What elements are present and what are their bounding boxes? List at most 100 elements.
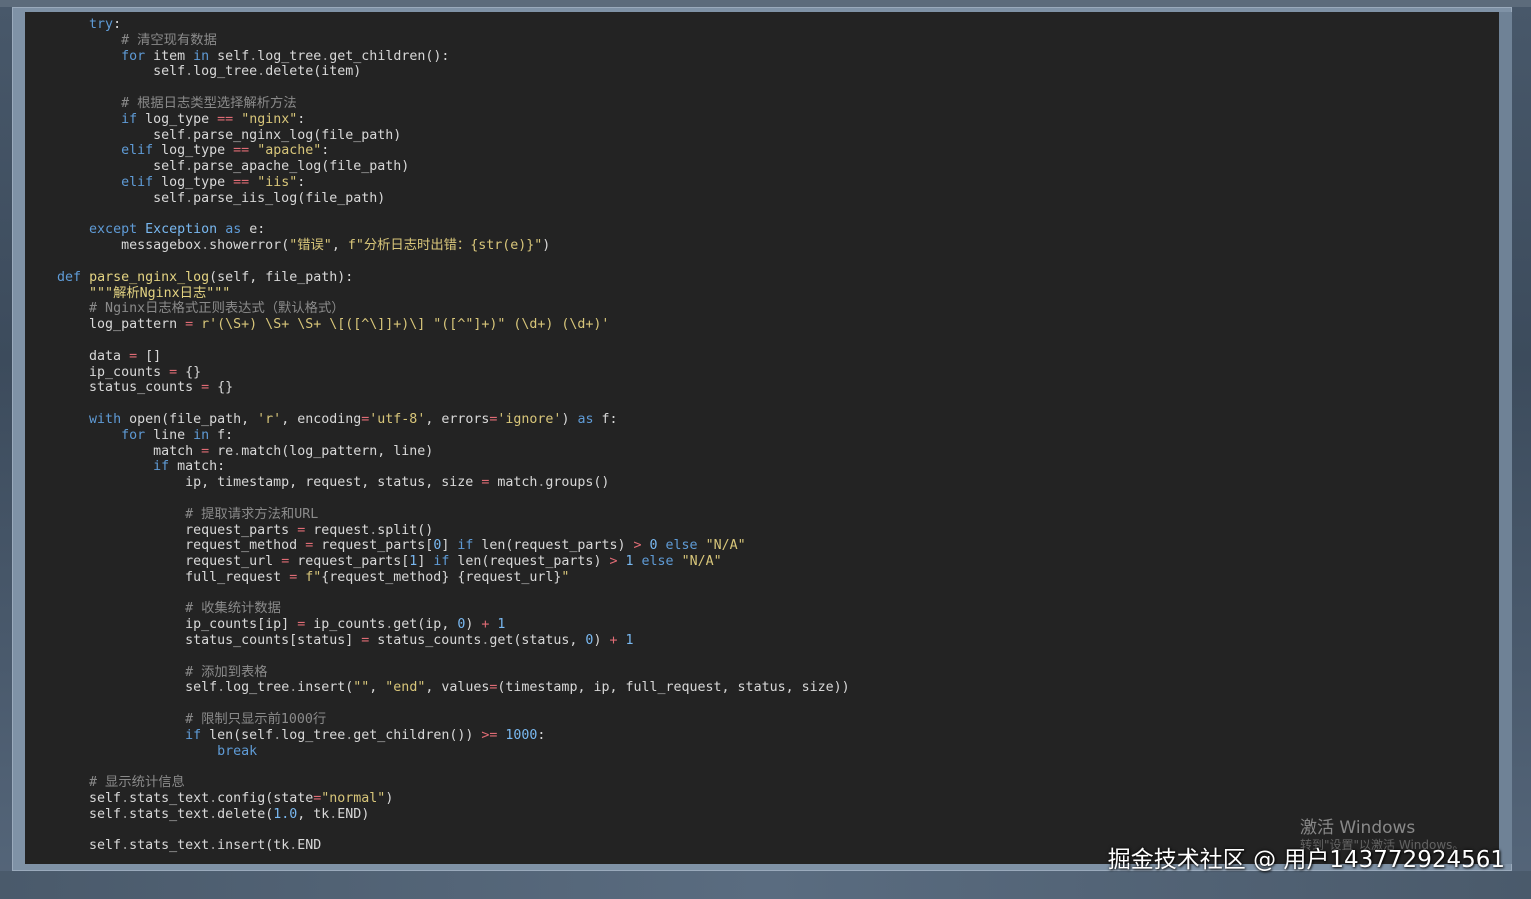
code-line[interactable]: # 添加到表格 [25, 665, 850, 681]
code-line[interactable]: match = re.match(log_pattern, line) [25, 444, 850, 460]
code-line[interactable]: self.parse_nginx_log(file_path) [25, 128, 850, 144]
code-token: request [305, 522, 370, 538]
code-line[interactable]: # 显示统计信息 [25, 775, 850, 791]
code-line[interactable]: self.log_tree.delete(item) [25, 64, 850, 80]
code-line[interactable]: """解析Nginx日志""" [25, 286, 850, 302]
code-line[interactable]: ip_counts = {} [25, 365, 850, 381]
code-token: open(file_path, [121, 411, 258, 427]
code-token: Exception [145, 222, 218, 238]
code-line[interactable]: # 收集统计数据 [25, 601, 850, 617]
code-line[interactable]: # 提取请求方法和URL [25, 507, 850, 523]
code-token: . [185, 190, 194, 206]
code-token: = [201, 443, 210, 459]
code-token: "N/A" [705, 538, 746, 554]
code-line[interactable]: self.stats_text.delete(1.0, tk.END) [25, 807, 850, 823]
code-line[interactable]: if match: [25, 459, 850, 475]
code-token: = [129, 348, 138, 364]
code-token: ) [542, 238, 551, 254]
code-token: if [433, 554, 450, 570]
code-line[interactable]: # 根据日志类型选择解析方法 [25, 96, 850, 112]
code-line[interactable] [25, 80, 850, 96]
code-token: # 显示统计信息 [89, 775, 185, 791]
code-line[interactable]: def parse_nginx_log(self, file_path): [25, 270, 850, 286]
code-token: log_tree [193, 64, 258, 80]
code-token: . [185, 127, 194, 143]
code-line[interactable] [25, 333, 850, 349]
code-token: full_request [25, 569, 290, 585]
code-line[interactable] [25, 491, 850, 507]
code-line[interactable]: # 限制只显示前1000行 [25, 712, 850, 728]
code-line[interactable]: self.stats_text.insert(tk.END [25, 838, 850, 854]
code-token: def [57, 269, 82, 285]
code-line[interactable]: full_request = f"{request_method} {reque… [25, 570, 850, 586]
code-line[interactable]: ip, timestamp, request, status, size = m… [25, 475, 850, 491]
code-line[interactable]: except Exception as e: [25, 222, 850, 238]
code-token: ) [465, 617, 482, 633]
code-line[interactable] [25, 759, 850, 775]
code-line[interactable] [25, 586, 850, 602]
code-token: except [89, 222, 138, 238]
code-line[interactable]: request_method = request_parts[0] if len… [25, 538, 850, 554]
code-token: "N/A" [681, 554, 722, 570]
code-token: match: [169, 459, 226, 475]
code-line[interactable] [25, 649, 850, 665]
code-line[interactable] [25, 823, 850, 839]
code-token: log_tree [257, 48, 322, 64]
code-line[interactable] [25, 396, 850, 412]
code-line[interactable]: request_parts = request.split() [25, 523, 850, 539]
code-editor[interactable]: try: # 清空现有数据 for item in self.log_tree.… [25, 12, 1499, 864]
code-line[interactable] [25, 696, 850, 712]
code-line[interactable]: if len(self.log_tree.get_children()) >= … [25, 728, 850, 744]
code-token: as [577, 411, 594, 427]
code-token: {} [209, 380, 234, 396]
code-token: request_parts[ [313, 538, 434, 554]
code-line[interactable]: # 清空现有数据 [25, 33, 850, 49]
code-line[interactable]: request_url = request_parts[1] if len(re… [25, 554, 850, 570]
code-token: # 提取请求方法和URL [185, 506, 319, 522]
code-line[interactable]: log_pattern = r'(\S+) \S+ \S+ \[([^\]]+)… [25, 317, 850, 333]
code-line[interactable]: self.stats_text.config(state="normal") [25, 791, 850, 807]
code-token: showerror( [209, 238, 290, 254]
code-line[interactable]: try: [25, 17, 850, 33]
code-token: # 收集统计数据 [185, 601, 281, 617]
code-line[interactable]: status_counts[status] = status_counts.ge… [25, 633, 850, 649]
code-token: 1000 [505, 727, 538, 743]
code-token: self [25, 127, 186, 143]
code-token: parse_nginx_log [89, 269, 210, 285]
code-line[interactable]: status_counts = {} [25, 380, 850, 396]
code-token: if [185, 727, 202, 743]
code-token: insert(tk [217, 838, 290, 854]
code-line[interactable]: self.parse_apache_log(file_path) [25, 159, 850, 175]
code-line[interactable]: data = [] [25, 349, 850, 365]
code-line[interactable]: self.parse_iis_log(file_path) [25, 191, 850, 207]
code-line[interactable]: self.log_tree.insert("", "end", values=(… [25, 680, 850, 696]
code-line[interactable] [25, 254, 850, 270]
code-token: 0 [649, 538, 658, 554]
code-token: 1.0 [273, 806, 298, 822]
code-line[interactable]: with open(file_path, 'r', encoding='utf-… [25, 412, 850, 428]
code-line[interactable]: for item in self.log_tree.get_children()… [25, 49, 850, 65]
code-line[interactable]: # Nginx日志格式正则表达式（默认格式） [25, 301, 850, 317]
code-line[interactable] [25, 207, 850, 223]
code-token: , [369, 680, 386, 696]
code-content[interactable]: try: # 清空现有数据 for item in self.log_tree.… [25, 17, 850, 854]
code-token: break [217, 743, 258, 759]
code-line[interactable]: elif log_type == "iis": [25, 175, 850, 191]
code-line[interactable]: ip_counts[ip] = ip_counts.get(ip, 0) + 1 [25, 617, 850, 633]
code-line[interactable]: break [25, 744, 850, 760]
code-line[interactable]: if log_type == "nginx": [25, 112, 850, 128]
code-token: "nginx" [241, 111, 298, 127]
code-line[interactable]: elif log_type == "apache": [25, 143, 850, 159]
code-line[interactable]: messagebox.showerror("错误", f"分析日志时出错：{st… [25, 238, 850, 254]
code-line[interactable]: for line in f: [25, 428, 850, 444]
code-token: 1 [625, 633, 634, 649]
